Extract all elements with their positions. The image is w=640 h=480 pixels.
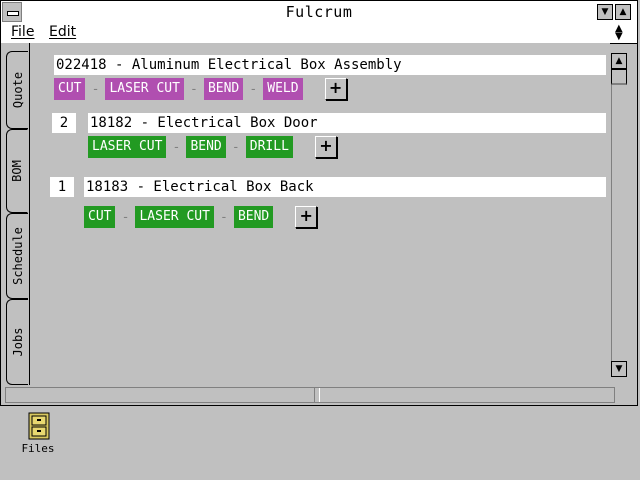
step-separator: - <box>121 209 130 225</box>
tab-schedule[interactable]: Schedule <box>6 213 28 299</box>
part-title[interactable]: 18183 - Electrical Box Back <box>84 177 606 197</box>
menu-bar: File Edit ▲ ▼ <box>1 23 637 44</box>
tab-quote-label: Quote <box>10 71 25 109</box>
menu-file[interactable]: File <box>11 24 34 40</box>
assembly-step-laser-cut[interactable]: LASER CUT <box>105 78 184 100</box>
side-tabs: Quote BOM Schedule Jobs <box>1 43 29 385</box>
step-separator: - <box>190 81 198 97</box>
assembly-step-bend[interactable]: BEND <box>203 78 244 100</box>
scroll-up-icon[interactable]: ▲ <box>611 53 627 69</box>
horizontal-scrollbar[interactable] <box>5 387 615 403</box>
assembly-add-step-button[interactable]: + <box>324 78 347 100</box>
assembly-steps: CUT - LASER CUT - BEND - WELD + <box>54 78 347 100</box>
scroll-thumb[interactable] <box>611 69 627 85</box>
tab-jobs[interactable]: Jobs <box>6 299 28 385</box>
tab-schedule-label: Schedule <box>10 227 25 285</box>
maximize-button[interactable]: ▲ <box>615 4 631 20</box>
menu-edit[interactable]: Edit <box>49 24 76 40</box>
minimize-button[interactable]: ▼ <box>597 4 613 20</box>
step-separator: - <box>91 81 100 97</box>
scroll-track[interactable] <box>611 85 628 363</box>
step-separator: - <box>172 139 181 155</box>
bom-panel: 022418 - Aluminum Electrical Box Assembl… <box>29 43 610 385</box>
part-step-cut[interactable]: CUT <box>84 206 116 228</box>
horizontal-scroll-thumb[interactable] <box>314 388 320 402</box>
step-separator: - <box>249 81 258 97</box>
part-step-laser-cut[interactable]: LASER CUT <box>88 136 167 158</box>
vertical-scrollbar[interactable]: ▲ ▼ <box>609 53 629 379</box>
window-title: Fulcrum <box>285 3 353 21</box>
part-title[interactable]: 18182 - Electrical Box Door <box>88 113 606 133</box>
assembly-step-cut[interactable]: CUT <box>54 78 86 100</box>
tab-quote[interactable]: Quote <box>6 51 28 129</box>
tab-bom-label: BOM <box>10 160 24 182</box>
part-step-bend[interactable]: BEND <box>233 206 274 228</box>
desktop-icon-label: Files <box>21 442 55 455</box>
menu-scroll-icon[interactable]: ▲ ▼ <box>615 24 623 42</box>
assembly-step-weld[interactable]: WELD <box>263 78 303 100</box>
assembly-title[interactable]: 022418 - Aluminum Electrical Box Assembl… <box>54 55 606 75</box>
app-window: Fulcrum ▼ ▲ File Edit ▲ ▼ Quote BOM Sched… <box>0 0 638 406</box>
part-add-step-button[interactable]: + <box>295 206 318 228</box>
file-cabinet-icon[interactable] <box>28 412 50 440</box>
part-qty[interactable]: 1 <box>50 177 74 197</box>
part-qty[interactable]: 2 <box>52 113 76 133</box>
title-bar: Fulcrum ▼ ▲ <box>1 1 637 24</box>
tab-bom[interactable]: BOM <box>6 129 28 213</box>
tab-jobs-label: Jobs <box>10 327 25 357</box>
scroll-down-icon[interactable]: ▼ <box>611 361 627 377</box>
step-separator: - <box>220 209 228 225</box>
part-steps: CUT - LASER CUT - BEND + <box>84 206 318 228</box>
part-step-bend[interactable]: BEND <box>186 136 226 158</box>
part-step-laser-cut[interactable]: LASER CUT <box>135 206 214 228</box>
step-separator: - <box>231 139 240 155</box>
part-step-drill[interactable]: DRILL <box>245 136 293 158</box>
part-steps: LASER CUT - BEND - DRILL + <box>88 136 337 158</box>
part-add-step-button[interactable]: + <box>314 136 337 158</box>
